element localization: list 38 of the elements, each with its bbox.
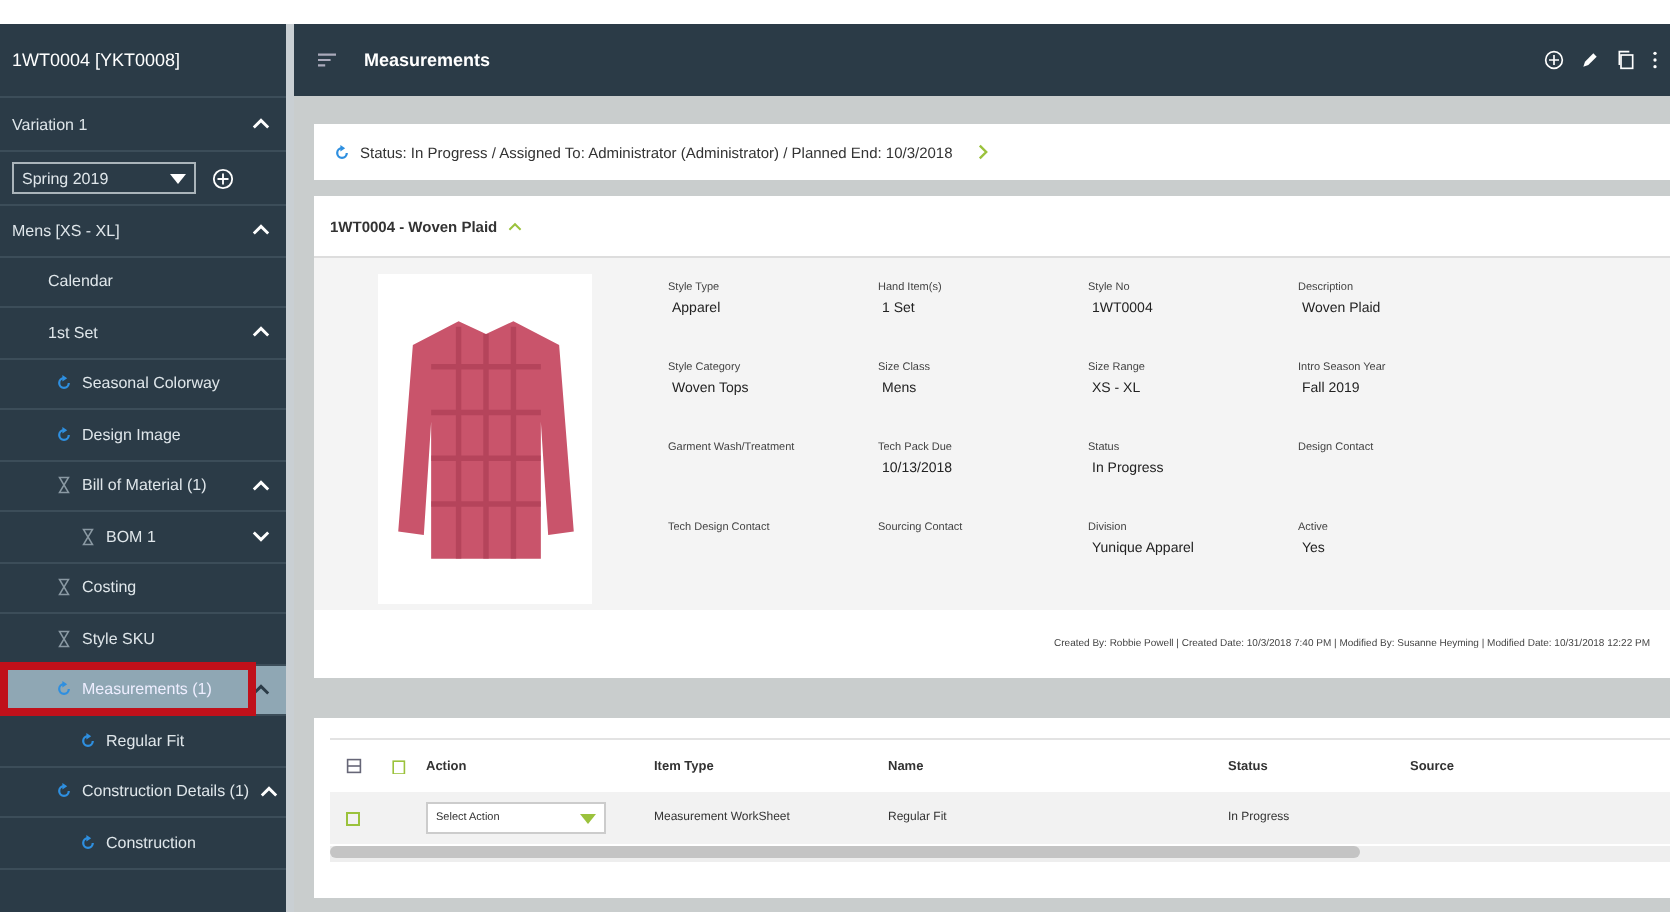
- refresh-icon: [56, 782, 72, 801]
- refresh-icon: [56, 680, 72, 699]
- hourglass-icon: [56, 476, 72, 495]
- tree-item[interactable]: Regular Fit: [0, 716, 286, 767]
- pencil-icon[interactable]: [1580, 50, 1600, 70]
- caret-icon: [580, 813, 596, 823]
- refresh-icon: [334, 143, 350, 161]
- tree-item[interactable]: Costing: [0, 563, 286, 614]
- select-all-icon[interactable]: [346, 758, 362, 774]
- hourglass-icon: [80, 527, 96, 546]
- menu-icon[interactable]: [318, 52, 336, 68]
- season-select[interactable]: Spring 2019: [12, 162, 196, 194]
- hourglass-icon: [56, 578, 72, 597]
- tree-item[interactable]: BOM 1: [0, 512, 286, 563]
- refresh-icon: [56, 425, 72, 444]
- copy-icon[interactable]: [1616, 50, 1636, 70]
- more-icon[interactable]: [1652, 50, 1658, 70]
- tree-item[interactable]: Bill of Material (1): [0, 461, 286, 512]
- row-checkbox[interactable]: [346, 811, 360, 825]
- add-circle-icon[interactable]: [212, 167, 234, 189]
- caret-icon: [170, 173, 186, 183]
- tree-item[interactable]: Construction Details (1): [0, 767, 286, 818]
- tree-item[interactable]: Seasonal Colorway: [0, 359, 286, 410]
- add-circle-icon[interactable]: [1544, 50, 1564, 70]
- scrollbar-thumb[interactable]: [330, 846, 1360, 858]
- variation-label: Variation 1: [12, 115, 90, 133]
- tree-item[interactable]: Design Image: [0, 410, 286, 461]
- hourglass-icon: [56, 629, 72, 648]
- tree-item[interactable]: Mens [XS - XL]: [0, 206, 286, 257]
- refresh-icon: [80, 833, 96, 852]
- tree-item[interactable]: Calendar: [0, 257, 286, 308]
- tree-item[interactable]: Construction: [0, 818, 286, 869]
- tree-item[interactable]: 1st Set: [0, 308, 286, 359]
- page-title: Measurements: [364, 50, 491, 70]
- refresh-icon: [80, 731, 96, 750]
- chevron-icon[interactable]: [252, 683, 270, 696]
- sidebar-title: 1WT0004 [YKT0008]: [0, 24, 286, 98]
- refresh-icon: [56, 374, 72, 393]
